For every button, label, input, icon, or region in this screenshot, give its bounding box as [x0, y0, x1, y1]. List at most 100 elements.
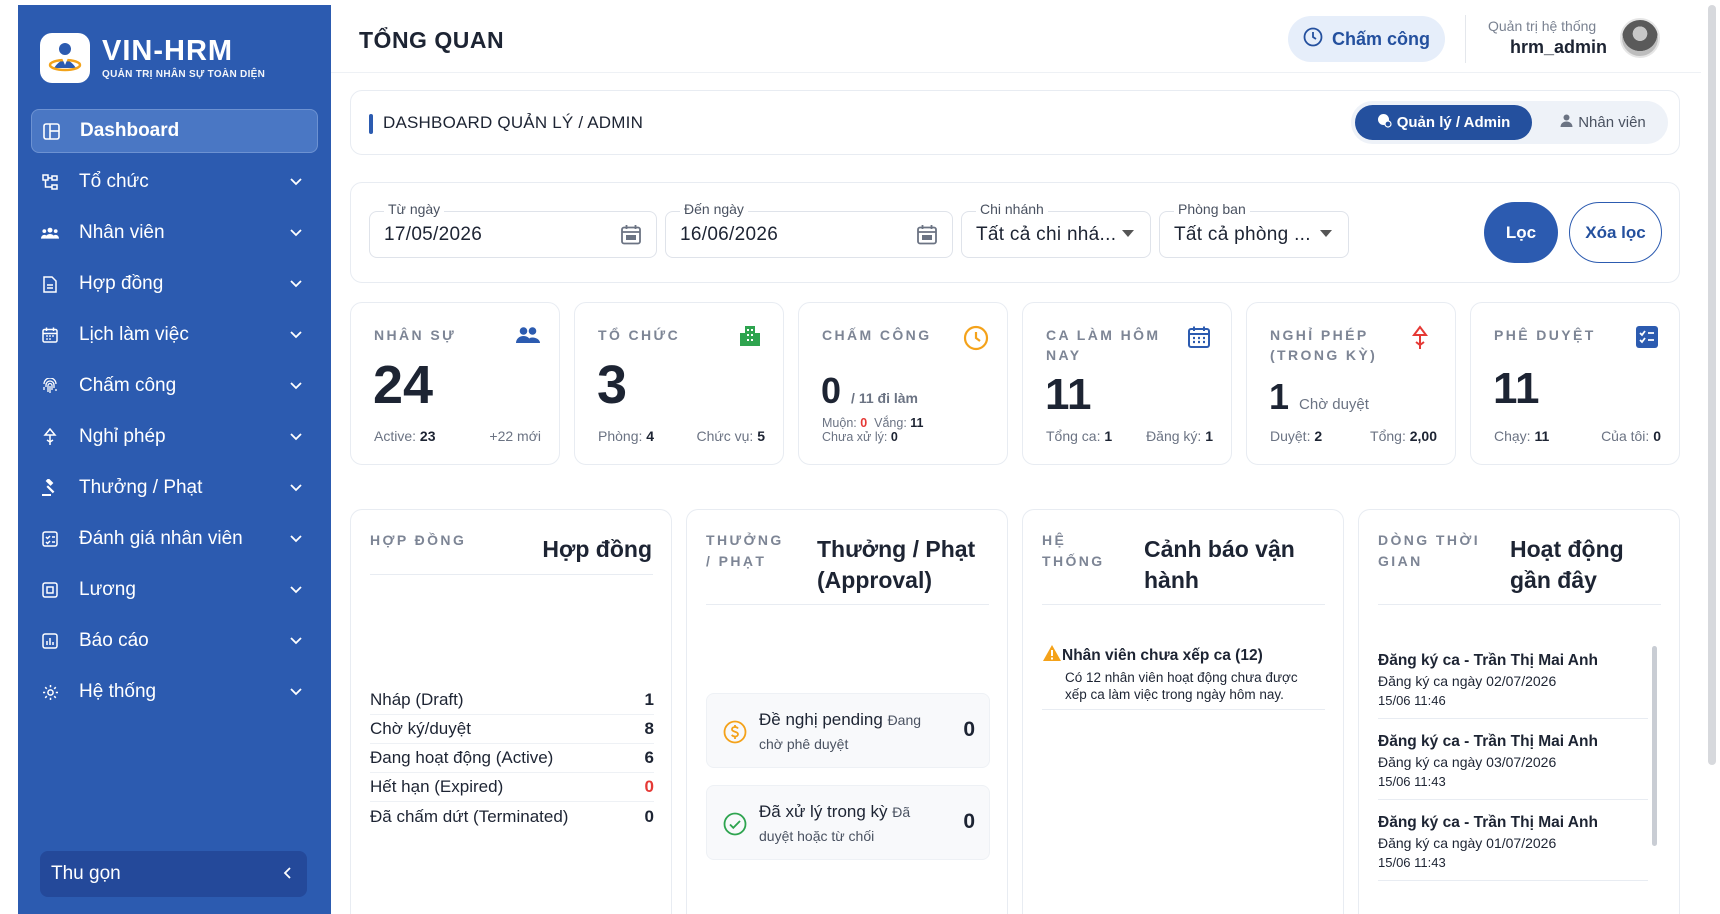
collapse-sidebar-button[interactable]: Thu gọn [40, 851, 307, 897]
document-icon [41, 275, 59, 293]
chevron-down-icon [288, 531, 304, 547]
from-date-field[interactable]: Từ ngày 17/05/2026 [369, 201, 657, 258]
leave-suffix: Chờ duyệt [1299, 396, 1369, 413]
calendar-icon[interactable] [620, 224, 642, 246]
stat-card-leave[interactable]: NGHỈ PHÉP (TRONG KỲ) 1 Chờ duyệt Duyệt: 2… [1246, 302, 1456, 465]
pending-requests-card[interactable]: Đề nghị pending Đang chờ phê duyệt 0 [706, 693, 990, 768]
timeline-item-desc: Đăng ký ca ngày 02/07/2026 [1378, 673, 1557, 689]
alert-unassigned-shifts[interactable]: Nhân viên chưa xếp ca (12) Có 12 nhân vi… [1042, 644, 1325, 710]
panel-title: Thưởng / Phạt (Approval) [817, 534, 975, 596]
stat-value: 11 [1045, 370, 1092, 419]
avatar[interactable] [1620, 18, 1660, 58]
chevron-down-icon [288, 429, 304, 445]
calendar-icon[interactable] [916, 224, 938, 246]
sidebar-item-label: Nhân viên [79, 222, 165, 243]
to-date-value: 16/06/2026 [680, 224, 779, 245]
contract-row-value: 0 [644, 806, 654, 826]
processed-note-2: duyệt hoặc từ chối [759, 828, 875, 844]
sidebar-item-reports[interactable]: Báo cáo [31, 619, 318, 663]
from-date-label: Từ ngày [384, 201, 445, 217]
stat-leave-total: Tổng: 2,00 [1370, 428, 1437, 444]
breadcrumb-bar: DASHBOARD QUẢN LÝ / ADMIN Quản lý / Admi… [350, 90, 1680, 155]
processed-title: Đã xử lý trong kỳ [759, 802, 888, 821]
stat-card-approval[interactable]: PHÊ DUYỆT 11 Chạy: 11 Của tôi: 0 [1470, 302, 1680, 465]
gavel-icon [41, 479, 59, 497]
stat-card-shifts[interactable]: CA LÀM HÔM NAY 11 Tổng ca: 1 Đăng ký: 1 [1022, 302, 1232, 465]
sidebar-item-employees[interactable]: Nhân viên [31, 211, 318, 255]
registered-value: 1 [1205, 428, 1213, 444]
branch-select[interactable]: Chi nhánh Tất cả chi nhá... [961, 201, 1151, 258]
stat-positions: Chức vụ: 5 [696, 428, 765, 444]
divider [1378, 604, 1661, 605]
clear-filter-button[interactable]: Xóa lọc [1569, 202, 1662, 263]
contract-row-terminated[interactable]: Đã chấm dứt (Terminated) 0 [370, 802, 654, 831]
stat-departments: Phòng: 4 [598, 428, 654, 444]
check-in-button[interactable]: Chấm công [1288, 16, 1445, 62]
pending-title: Đề nghị pending [759, 710, 883, 729]
page-scrollbar-thumb[interactable] [1708, 5, 1716, 765]
panel-kicker-line1: THƯỞNG [706, 532, 784, 548]
contract-row-pending[interactable]: Chờ ký/duyệt 8 [370, 715, 654, 744]
to-date-label: Đến ngày [680, 201, 748, 217]
user-role: Quản trị hệ thống [1488, 18, 1597, 34]
department-label: Phòng ban [1174, 201, 1250, 217]
stat-active: Active: 23 [374, 428, 435, 444]
approved-label: Duyệt: [1270, 428, 1311, 444]
stat-card-organization[interactable]: TỔ CHỨC 3 Phòng: 4 Chức vụ: 5 [574, 302, 784, 465]
page-scrollbar[interactable] [1705, 0, 1720, 914]
panel-title-line1: Hoạt động [1510, 536, 1624, 562]
panel-title-line2: (Approval) [817, 567, 932, 593]
chevron-down-icon [288, 276, 304, 292]
filter-button[interactable]: Lọc [1484, 202, 1558, 263]
panel-kicker-line2: / PHẠT [706, 553, 767, 569]
attendance-value: 0 [821, 370, 842, 411]
timeline-item[interactable]: Đăng ký ca - Trần Thị Mai Anh Đăng ký ca… [1378, 814, 1648, 881]
processed-requests-card[interactable]: Đã xử lý trong kỳ Đã duyệt hoặc từ chối 0 [706, 785, 990, 860]
contract-row-label: Nháp (Draft) [370, 690, 464, 709]
from-date-value: 17/05/2026 [384, 224, 483, 245]
contract-row-active[interactable]: Đang hoạt động (Active) 6 [370, 744, 654, 773]
stat-new: +22 mới [489, 428, 541, 444]
sidebar-item-salary[interactable]: Lương [31, 568, 318, 612]
stat-label-line2: (TRONG KỲ) [1270, 347, 1378, 363]
timeline-item[interactable]: Đăng ký ca - Trần Thị Mai Anh Đăng ký ca… [1378, 733, 1648, 800]
timeline-item[interactable]: Đăng ký ca - Trần Thị Mai Anh Đăng ký ca… [1378, 652, 1648, 719]
sidebar-item-dashboard[interactable]: Dashboard [31, 109, 318, 153]
brand[interactable]: VIN-HRM QUẢN TRỊ NHÂN SỰ TOÀN DIỆN [40, 33, 265, 83]
sidebar-item-contracts[interactable]: Hợp đồng [31, 262, 318, 306]
contract-row-draft[interactable]: Nháp (Draft) 1 [370, 686, 654, 715]
calendar-icon [1187, 325, 1213, 351]
stat-card-attendance[interactable]: CHẤM CÔNG 0 / 11 đi làm Muộn: 0 Vắng: 11… [798, 302, 1008, 465]
stat-registered: Đăng ký: 1 [1146, 428, 1213, 444]
sidebar-item-review[interactable]: Đánh giá nhân viên [31, 517, 318, 561]
sidebar-item-label: Tổ chức [79, 171, 149, 192]
panel-title-line1: Thưởng / Phạt [817, 536, 976, 562]
timeline-item-time: 15/06 11:46 [1378, 693, 1446, 708]
sidebar-item-leave[interactable]: Nghỉ phép [31, 415, 318, 459]
stat-label: CHẤM CÔNG [822, 327, 932, 343]
sidebar-item-schedule[interactable]: Lịch làm việc [31, 313, 318, 357]
department-select[interactable]: Phòng ban Tất cả phòng ... [1159, 201, 1349, 258]
contract-row-expired[interactable]: Hết hạn (Expired) 0 [370, 773, 654, 802]
timeline-item-title: Đăng ký ca - Trần Thị Mai Anh [1378, 652, 1598, 669]
chevron-down-icon [288, 378, 304, 394]
stat-label-line1: CA LÀM HÔM [1046, 327, 1161, 343]
mode-admin-tab[interactable]: Quản lý / Admin [1355, 105, 1532, 140]
divider [370, 574, 653, 575]
sidebar-item-system[interactable]: Hệ thống [31, 670, 318, 714]
sidebar-item-organization[interactable]: Tổ chức [31, 160, 318, 204]
processed-requests-text: Đã xử lý trong kỳ Đã duyệt hoặc từ chối [759, 800, 939, 848]
branch-label: Chi nhánh [976, 201, 1048, 217]
chevron-down-icon [288, 684, 304, 700]
absent-value: 11 [910, 416, 924, 430]
sidebar-item-attendance[interactable]: Chấm công [31, 364, 318, 408]
stat-card-staff[interactable]: NHÂN SỰ 24 Active: 23 +22 mới [350, 302, 560, 465]
pending-requests-value: 0 [963, 718, 975, 741]
stat-value: 24 [373, 355, 434, 415]
leave-value: 1 [1269, 376, 1290, 417]
mode-employee-tab[interactable]: Nhân viên [1544, 105, 1662, 140]
timeline-scrollbar[interactable] [1652, 646, 1657, 846]
sidebar-item-rewards[interactable]: Thưởng / Phạt [31, 466, 318, 510]
approved-value: 2 [1314, 428, 1323, 444]
to-date-field[interactable]: Đến ngày 16/06/2026 [665, 201, 953, 258]
